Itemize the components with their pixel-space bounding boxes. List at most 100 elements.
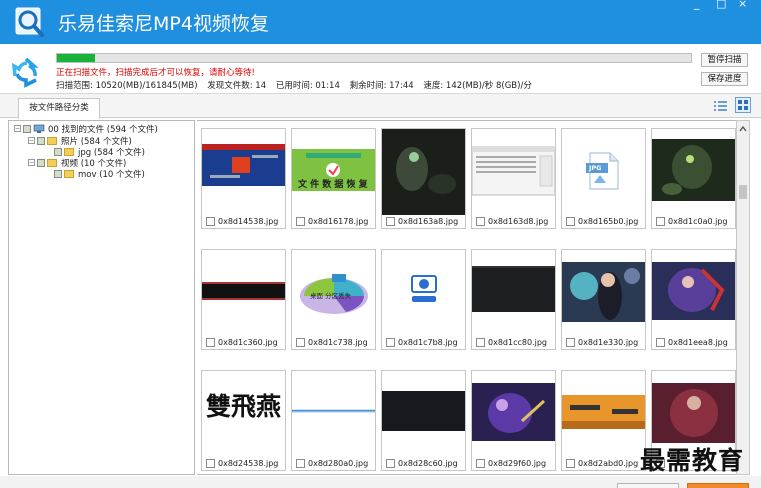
thumbnail-image xyxy=(382,129,465,215)
tree-label-mov: mov (10 个文件) xyxy=(78,169,145,180)
scroll-up-arrow-icon[interactable] xyxy=(737,123,749,135)
grid-view-button[interactable] xyxy=(735,97,751,113)
file-checkbox[interactable] xyxy=(656,338,665,347)
bottom-button-left[interactable] xyxy=(617,483,679,488)
view-tab-bar: 按文件路径分类 xyxy=(0,94,761,119)
found-files-count: 发现文件数: 14 xyxy=(207,81,267,91)
file-checkbox[interactable] xyxy=(566,217,575,226)
file-checkbox[interactable] xyxy=(296,217,305,226)
file-thumbnail[interactable]: 0x8d163d8.jpg xyxy=(471,128,556,229)
tree-item-jpg[interactable]: jpg (584 个文件) xyxy=(54,146,145,158)
file-name: 0x8d165b0.jpg xyxy=(578,217,639,226)
watermark-text: 最需教育 xyxy=(640,446,745,475)
tree-checkbox[interactable] xyxy=(37,158,45,167)
file-name: 0x8d1c0a0.jpg xyxy=(668,217,728,226)
thumbnail-image xyxy=(382,371,465,457)
tree-item-photos[interactable]: − 照片 (584 个文件) xyxy=(28,135,132,147)
close-button[interactable]: × xyxy=(738,0,747,10)
file-name: 0x8d2abd0.jpg xyxy=(578,459,639,468)
thumbnail-image xyxy=(292,371,375,457)
file-thumbnail[interactable]: 0x8d280a0.jpg xyxy=(291,370,376,471)
app-logo-icon xyxy=(15,7,44,37)
file-checkbox[interactable] xyxy=(476,459,485,468)
file-checkbox[interactable] xyxy=(206,338,215,347)
thumbnail-text: 桌面 分区丢失 xyxy=(310,292,352,300)
maximize-button[interactable]: □ xyxy=(716,0,726,10)
file-name: 0x8d163d8.jpg xyxy=(488,217,549,226)
file-thumbnail[interactable]: 0x8d14538.jpg xyxy=(201,128,286,229)
file-thumbnail[interactable]: 0x8d1c0a0.jpg xyxy=(651,128,736,229)
collapse-icon[interactable]: − xyxy=(28,159,35,166)
scan-status-panel: 正在扫描文件，扫描完成后才可以恢复，请耐心等待! 扫描范围: 10520(MB)… xyxy=(0,44,761,94)
scan-range: 扫描范围: 10520(MB)/161845(MB) xyxy=(56,81,198,91)
thumbnail-grid: 0x8d14538.jpg 文 件 数 据 恢 复 0x8d16178.jpg … xyxy=(197,120,736,475)
file-thumbnail[interactable]: 0x8d1e330.jpg xyxy=(561,249,646,350)
tree-item-mov[interactable]: mov (10 个文件) xyxy=(54,168,145,180)
tree-label-found-files: 00 找到的文件 (594 个文件) xyxy=(48,124,158,135)
folder-icon xyxy=(64,169,74,178)
file-thumbnail[interactable]: 0x8d1c360.jpg xyxy=(201,249,286,350)
elapsed-time: 已用时间: 01:14 xyxy=(275,81,340,91)
file-checkbox[interactable] xyxy=(296,338,305,347)
file-name: 0x8d1c360.jpg xyxy=(218,338,278,347)
thumbnail-text: 文 件 数 据 恢 复 xyxy=(298,180,368,190)
file-checkbox[interactable] xyxy=(476,217,485,226)
minimize-button[interactable]: _ xyxy=(694,0,700,10)
title-bar: 乐易佳索尼MP4视频恢复 _ □ × xyxy=(0,0,761,44)
tab-by-file-path[interactable]: 按文件路径分类 xyxy=(18,98,100,119)
thumbnail-image xyxy=(382,250,465,336)
file-thumbnail[interactable]: 0x8d1cc80.jpg xyxy=(471,249,556,350)
file-thumbnail[interactable]: 0x8d1eea8.jpg xyxy=(651,249,736,350)
file-thumbnail[interactable]: 桌面 分区丢失 0x8d1c738.jpg xyxy=(291,249,376,350)
file-checkbox[interactable] xyxy=(566,459,575,468)
thumbnail-image xyxy=(202,250,285,336)
file-thumbnail[interactable]: 0x8d29f60.jpg xyxy=(471,370,556,471)
thumbnail-text: 雙飛燕 xyxy=(206,392,282,421)
file-thumbnail[interactable]: 0x8d2abd0.jpg xyxy=(561,370,646,471)
file-checkbox[interactable] xyxy=(386,459,395,468)
file-name: 0x8d1c738.jpg xyxy=(308,338,368,347)
scan-stats: 扫描范围: 10520(MB)/161845(MB) 发现文件数: 14 已用时… xyxy=(56,79,539,91)
file-name: 0x8d1c7b8.jpg xyxy=(398,338,458,347)
list-view-icon[interactable] xyxy=(714,100,728,112)
tree-checkbox[interactable] xyxy=(54,169,62,178)
file-thumbnail[interactable]: 文 件 数 据 恢 复 0x8d16178.jpg xyxy=(291,128,376,229)
thumbnail-image xyxy=(202,129,285,215)
file-checkbox[interactable] xyxy=(206,217,215,226)
file-thumbnail[interactable]: 0x8d1c7b8.jpg xyxy=(381,249,466,350)
file-thumbnail[interactable]: 0x8d28c60.jpg xyxy=(381,370,466,471)
scan-progress-fill xyxy=(57,54,96,62)
file-checkbox[interactable] xyxy=(386,338,395,347)
scrollbar-thumb[interactable] xyxy=(739,185,747,199)
thumbnail-image xyxy=(472,371,555,457)
file-checkbox[interactable] xyxy=(656,217,665,226)
collapse-icon[interactable]: − xyxy=(14,125,21,132)
tree-checkbox[interactable] xyxy=(54,147,62,156)
jpg-file-icon xyxy=(586,152,619,190)
recycle-scan-icon xyxy=(11,57,39,88)
jpg-icon-label: JPG xyxy=(589,164,602,172)
collapse-icon[interactable]: − xyxy=(28,137,35,144)
thumbnail-image xyxy=(562,371,645,457)
grid-scrollbar[interactable] xyxy=(736,120,750,475)
file-checkbox[interactable] xyxy=(206,459,215,468)
pause-scan-button[interactable]: 暂停扫描 xyxy=(701,53,748,67)
file-checkbox[interactable] xyxy=(296,459,305,468)
tree-item-video[interactable]: − 视频 (10 个文件) xyxy=(28,157,126,169)
file-type-tree: − 00 找到的文件 (594 个文件) − 照片 (584 个文件) jpg … xyxy=(8,120,195,475)
file-name: 0x8d1e330.jpg xyxy=(578,338,639,347)
file-thumbnail[interactable]: JPG 0x8d165b0.jpg xyxy=(561,128,646,229)
bottom-button-right[interactable] xyxy=(687,483,749,488)
thumbnail-image: 桌面 分区丢失 xyxy=(292,250,375,336)
file-checkbox[interactable] xyxy=(386,217,395,226)
file-checkbox[interactable] xyxy=(476,338,485,347)
file-checkbox[interactable] xyxy=(566,338,575,347)
file-thumbnail[interactable]: 雙飛燕 0x8d24538.jpg xyxy=(201,370,286,471)
folder-icon xyxy=(47,158,57,167)
tree-checkbox[interactable] xyxy=(23,124,31,133)
save-progress-button[interactable]: 保存进度 xyxy=(701,72,748,86)
file-thumbnail[interactable]: 0x8d163a8.jpg xyxy=(381,128,466,229)
tree-item-found-files[interactable]: − 00 找到的文件 (594 个文件) xyxy=(14,123,158,135)
file-name: 0x8d280a0.jpg xyxy=(308,459,369,468)
tree-checkbox[interactable] xyxy=(37,136,45,145)
